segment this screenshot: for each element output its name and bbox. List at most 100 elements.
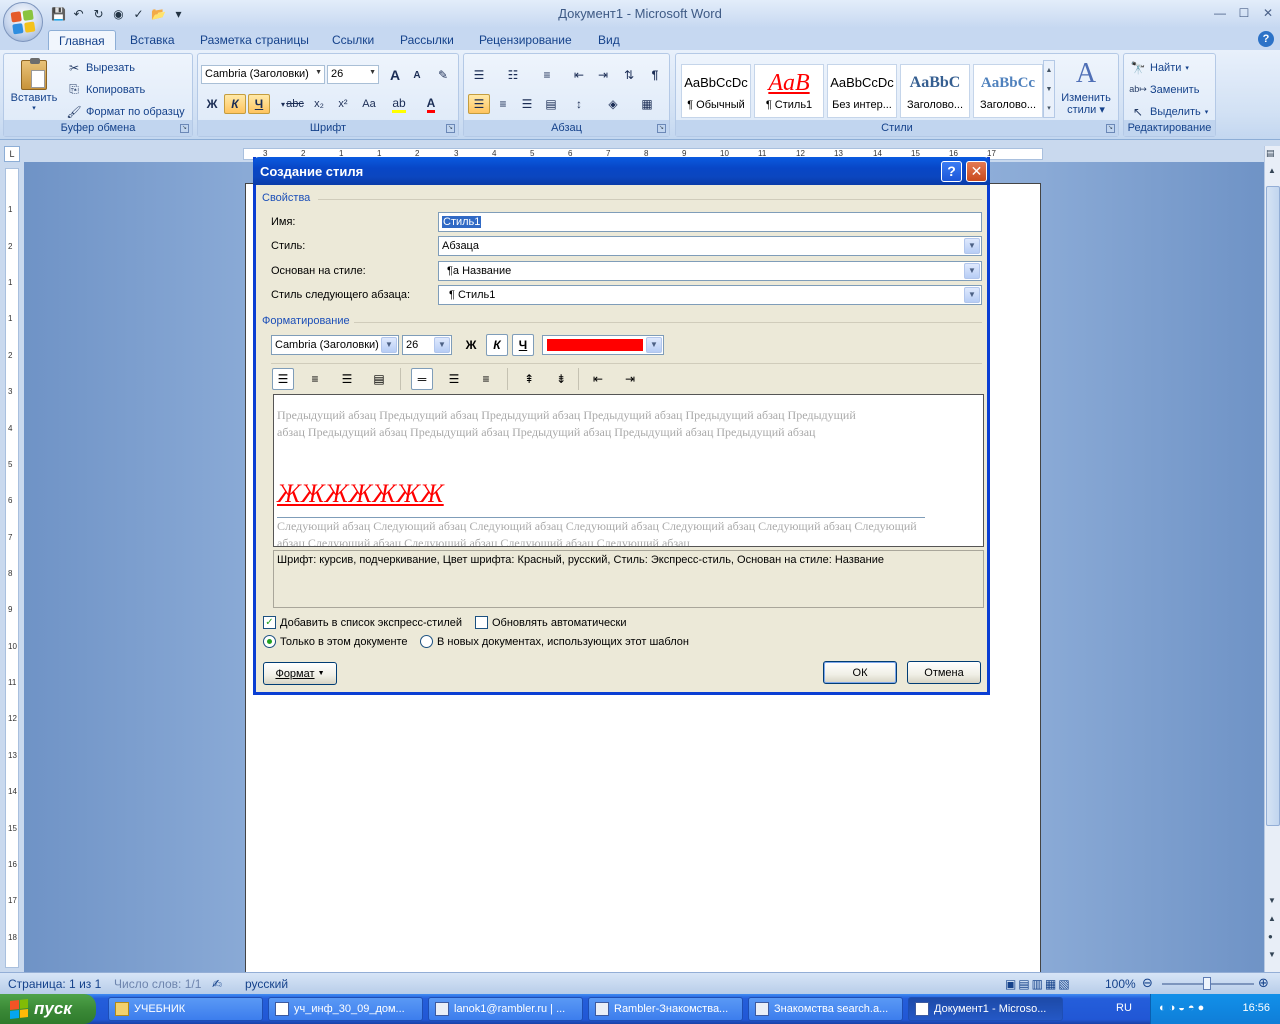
previous-page-icon[interactable]: ▲ (1268, 914, 1276, 923)
style-heading2[interactable]: AaBbCc Заголово... (973, 64, 1043, 118)
numbering-icon[interactable]: ☷ (502, 65, 524, 85)
new-documents-template-radio[interactable]: В новых документах, использующих этот ша… (420, 635, 689, 648)
dialog-close-button[interactable]: ✕ (966, 161, 987, 182)
dialog-decrease-indent-icon[interactable]: ⇤ (587, 368, 609, 390)
tab-references[interactable]: Ссылки (322, 30, 384, 50)
line-spacing-icon[interactable]: ↕ (568, 94, 590, 114)
dialog-underline-button[interactable]: Ч (512, 334, 534, 356)
cut-button[interactable]: ✂ Вырезать (66, 58, 135, 77)
taskbar-item-search[interactable]: Знакомства search.a... (748, 997, 903, 1021)
replace-button[interactable]: ab↦ Заменить (1129, 80, 1199, 99)
bold-button[interactable]: Ж (201, 94, 223, 114)
tab-selector-icon[interactable]: L (4, 146, 20, 162)
zoom-level[interactable]: 100% (1105, 977, 1136, 991)
taskbar-item-mail[interactable]: lanok1@rambler.ru | ... (428, 997, 583, 1021)
change-styles-button[interactable]: A Изменить стили ▾ (1058, 56, 1114, 120)
borders-icon[interactable]: ▦ (636, 94, 658, 114)
shading-icon[interactable]: ◈ (602, 94, 624, 114)
help-icon[interactable]: ? (1258, 31, 1274, 47)
underline-button[interactable]: Ч (248, 94, 270, 114)
align-left-icon[interactable]: ☰ (468, 94, 490, 114)
bullets-icon[interactable]: ☰ (468, 65, 490, 85)
start-button[interactable]: пуск (0, 994, 96, 1024)
page-count-status[interactable]: Страница: 1 из 1 (8, 977, 101, 991)
next-page-icon[interactable]: ▼ (1268, 950, 1276, 959)
next-style-select[interactable]: ¶ Стиль1 ▼ (438, 285, 982, 305)
proofing-icon[interactable]: ✍ (212, 977, 222, 991)
scroll-up-icon[interactable]: ▲ (1268, 166, 1276, 175)
styles-launcher-icon[interactable]: ↘ (1106, 124, 1115, 133)
style-heading1[interactable]: AaBbC Заголово... (900, 64, 970, 118)
dialog-align-left-icon[interactable]: ☰ (272, 368, 294, 390)
increase-indent-icon[interactable]: ⇥ (592, 65, 614, 85)
word-count-status[interactable]: Число слов: 1/1 (114, 977, 201, 991)
tab-mailings[interactable]: Рассылки (390, 30, 464, 50)
maximize-button[interactable]: ☐ (1232, 4, 1256, 22)
ok-button[interactable]: ОК (823, 661, 897, 684)
close-window-button[interactable]: ✕ (1256, 4, 1280, 22)
taskbar-item-uchebnik[interactable]: УЧЕБНИК (108, 997, 263, 1021)
font-launcher-icon[interactable]: ↘ (446, 124, 455, 133)
sort-icon[interactable]: ⇅ (618, 65, 640, 85)
based-on-select[interactable]: ¶a Название ▼ (438, 261, 982, 281)
change-case-button[interactable]: Aa (356, 94, 382, 114)
dialog-onehalf-spacing-icon[interactable]: ☰ (443, 368, 465, 390)
scroll-down-icon[interactable]: ▼ (1268, 896, 1276, 905)
shrink-font-button[interactable]: A (406, 65, 428, 85)
zoom-in-icon[interactable]: ⊕ (1258, 975, 1269, 991)
paragraph-launcher-icon[interactable]: ↘ (657, 124, 666, 133)
ruler-toggle-icon[interactable]: ▤ (1266, 148, 1275, 159)
style-name-input[interactable]: Стиль1 (438, 212, 982, 232)
only-this-document-radio[interactable]: Только в этом документе (263, 635, 408, 648)
dialog-font-name-select[interactable]: Cambria (Заголовки) ▼ (271, 335, 399, 355)
dialog-help-button[interactable]: ? (941, 161, 962, 182)
tab-view[interactable]: Вид (588, 30, 630, 50)
zoom-out-icon[interactable]: ⊖ (1142, 975, 1153, 991)
align-right-icon[interactable]: ☰ (516, 94, 538, 114)
find-button[interactable]: 🔭 Найти ▾ (1130, 58, 1189, 77)
dialog-space-after-icon[interactable]: ⇟ (550, 368, 572, 390)
paste-button[interactable]: Вставить ▾ (8, 56, 60, 118)
tab-page-layout[interactable]: Разметка страницы (190, 30, 319, 50)
auto-update-checkbox[interactable]: Обновлять автоматически (475, 616, 627, 629)
dialog-space-before-icon[interactable]: ⇞ (518, 368, 540, 390)
office-button[interactable] (3, 2, 43, 42)
clear-formatting-icon[interactable]: ✎ (432, 65, 454, 85)
show-marks-icon[interactable]: ¶ (644, 65, 666, 85)
taskbar-item-word-active[interactable]: Документ1 - Microso... (908, 997, 1063, 1021)
tray-icons[interactable]: ◐◑◒◓● (1159, 1002, 1207, 1014)
tab-home[interactable]: Главная (48, 30, 116, 50)
zoom-slider-thumb[interactable] (1203, 977, 1211, 990)
multilevel-list-icon[interactable]: ≡ (536, 65, 558, 85)
style-style1[interactable]: AaB ¶ Стиль1 (754, 64, 824, 118)
highlight-icon[interactable]: ab (388, 94, 410, 114)
taskbar-item-rambler[interactable]: Rambler-Знакомства... (588, 997, 743, 1021)
dialog-align-right-icon[interactable]: ☰ (336, 368, 358, 390)
add-to-quick-styles-checkbox[interactable]: ✓ Добавить в список экспресс-стилей (263, 616, 462, 629)
tab-review[interactable]: Рецензирование (469, 30, 582, 50)
format-painter-button[interactable]: 🖌 Формат по образцу (66, 102, 184, 121)
dialog-italic-button[interactable]: К (486, 334, 508, 356)
scrollbar-thumb[interactable] (1266, 186, 1280, 826)
cancel-button[interactable]: Отмена (907, 661, 981, 684)
tab-insert[interactable]: Вставка (120, 30, 185, 50)
style-type-select[interactable]: Абзаца ▼ (438, 236, 982, 256)
superscript-button[interactable]: x² (332, 94, 354, 114)
align-center-icon[interactable]: ≡ (492, 94, 514, 114)
justify-icon[interactable]: ▤ (540, 94, 562, 114)
view-buttons[interactable]: ▣▤▥▦▧ (1005, 977, 1072, 991)
strikethrough-button[interactable]: abc (284, 94, 306, 114)
dialog-double-spacing-icon[interactable]: ≡ (475, 368, 497, 390)
font-color-icon[interactable]: A (420, 94, 442, 114)
ribbon-font-name-combo[interactable]: Cambria (Заголовки) ▼ (201, 65, 325, 84)
italic-button[interactable]: К (224, 94, 246, 114)
minimize-button[interactable]: — (1208, 4, 1232, 22)
subscript-button[interactable]: x₂ (308, 94, 330, 114)
taskbar-item-word-doc[interactable]: уч_инф_30_09_дом... (268, 997, 423, 1021)
dialog-font-color-select[interactable]: ▼ (542, 335, 664, 355)
language-status[interactable]: русский (245, 977, 288, 991)
style-normal[interactable]: AaBbCcDc ¶ Обычный (681, 64, 751, 118)
vertical-scrollbar[interactable]: ▤ ▲ ▼ ▲ ● ▼ (1264, 146, 1280, 972)
dialog-increase-indent-icon[interactable]: ⇥ (619, 368, 641, 390)
dialog-align-center-icon[interactable]: ≡ (304, 368, 326, 390)
